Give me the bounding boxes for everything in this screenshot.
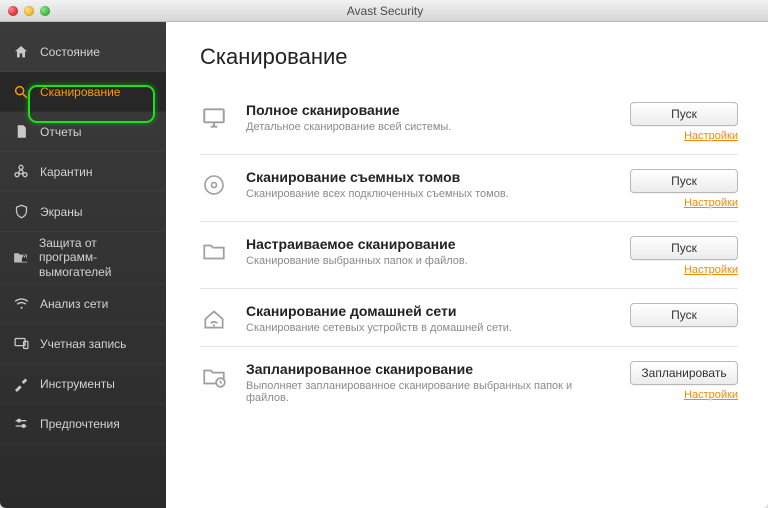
settings-link[interactable]: Настройки	[684, 197, 738, 209]
wifi-lock-icon	[12, 295, 30, 313]
window-title: Avast Security	[50, 4, 720, 18]
scan-desc: Детальное сканирование всей системы.	[246, 121, 608, 133]
run-button[interactable]: Пуск	[630, 102, 738, 126]
scan-desc: Сканирование сетевых устройств в домашне…	[246, 322, 608, 334]
zoom-icon[interactable]	[40, 6, 50, 16]
settings-link[interactable]: Настройки	[684, 130, 738, 142]
sidebar-item-tools[interactable]: Инструменты	[0, 364, 166, 404]
devices-icon	[12, 335, 30, 353]
biohazard-icon	[12, 163, 30, 181]
home-icon	[12, 43, 30, 61]
run-button[interactable]: Пуск	[630, 236, 738, 260]
sidebar: Состояние Сканирование Отчеты Карантин	[0, 22, 166, 508]
page-title: Сканирование	[200, 44, 738, 70]
sidebar-item-label: Анализ сети	[40, 297, 108, 311]
document-icon	[12, 123, 30, 141]
sidebar-item-prefs[interactable]: Предпочтения	[0, 404, 166, 444]
sidebar-item-label: Отчеты	[40, 125, 81, 139]
folder-clock-icon	[200, 363, 228, 391]
app-window: Avast Security Состояние Сканирование	[0, 0, 768, 508]
sliders-icon	[12, 415, 30, 433]
home-wifi-icon	[200, 305, 228, 333]
disc-icon	[200, 171, 228, 199]
sidebar-item-scan[interactable]: Сканирование	[0, 72, 166, 112]
main-content: Сканирование Полное сканирование Детальн…	[166, 22, 768, 508]
scan-row-removable: Сканирование съемных томов Сканирование …	[200, 155, 738, 222]
scan-desc: Сканирование выбранных папок и файлов.	[246, 255, 608, 267]
monitor-icon	[200, 104, 228, 132]
sidebar-item-status[interactable]: Состояние	[0, 32, 166, 72]
scan-desc: Сканирование всех подключенных съемных т…	[246, 188, 608, 200]
scan-title: Сканирование съемных томов	[246, 169, 608, 185]
run-button[interactable]: Пуск	[630, 303, 738, 327]
scan-title: Полное сканирование	[246, 102, 608, 118]
run-button[interactable]: Пуск	[630, 169, 738, 193]
scan-desc: Выполняет запланированное сканирование в…	[246, 380, 608, 404]
scan-row-full: Полное сканирование Детальное сканирован…	[200, 88, 738, 155]
sidebar-item-label: Состояние	[40, 45, 100, 59]
tools-icon	[12, 375, 30, 393]
sidebar-item-quarantine[interactable]: Карантин	[0, 152, 166, 192]
scan-title: Настраиваемое сканирование	[246, 236, 608, 252]
sidebar-item-shields[interactable]: Экраны	[0, 192, 166, 232]
scan-row-network: Сканирование домашней сети Сканирование …	[200, 289, 738, 347]
search-icon	[12, 83, 30, 101]
sidebar-item-ransomware[interactable]: Защита от программ-вымогателей	[0, 232, 166, 284]
sidebar-item-label: Защита от программ-вымогателей	[39, 236, 154, 279]
sidebar-item-label: Предпочтения	[40, 417, 120, 431]
sidebar-item-wifi[interactable]: Анализ сети	[0, 284, 166, 324]
scan-row-scheduled: Запланированное сканирование Выполняет з…	[200, 347, 738, 416]
scan-title: Сканирование домашней сети	[246, 303, 608, 319]
close-icon[interactable]	[8, 6, 18, 16]
sidebar-item-reports[interactable]: Отчеты	[0, 112, 166, 152]
shield-icon	[12, 203, 30, 221]
settings-link[interactable]: Настройки	[684, 389, 738, 401]
folder-icon	[200, 238, 228, 266]
minimize-icon[interactable]	[24, 6, 34, 16]
sidebar-item-label: Инструменты	[40, 377, 115, 391]
traffic-lights	[8, 6, 50, 16]
settings-link[interactable]: Настройки	[684, 264, 738, 276]
folder-lock-icon	[12, 249, 29, 267]
sidebar-item-label: Учетная запись	[40, 337, 126, 351]
sidebar-item-label: Экраны	[40, 205, 82, 219]
scan-row-custom: Настраиваемое сканирование Сканирование …	[200, 222, 738, 289]
sidebar-item-label: Карантин	[40, 165, 92, 179]
titlebar: Avast Security	[0, 0, 768, 22]
sidebar-item-account[interactable]: Учетная запись	[0, 324, 166, 364]
schedule-button[interactable]: Запланировать	[630, 361, 738, 385]
sidebar-item-label: Сканирование	[40, 85, 120, 99]
scan-title: Запланированное сканирование	[246, 361, 608, 377]
